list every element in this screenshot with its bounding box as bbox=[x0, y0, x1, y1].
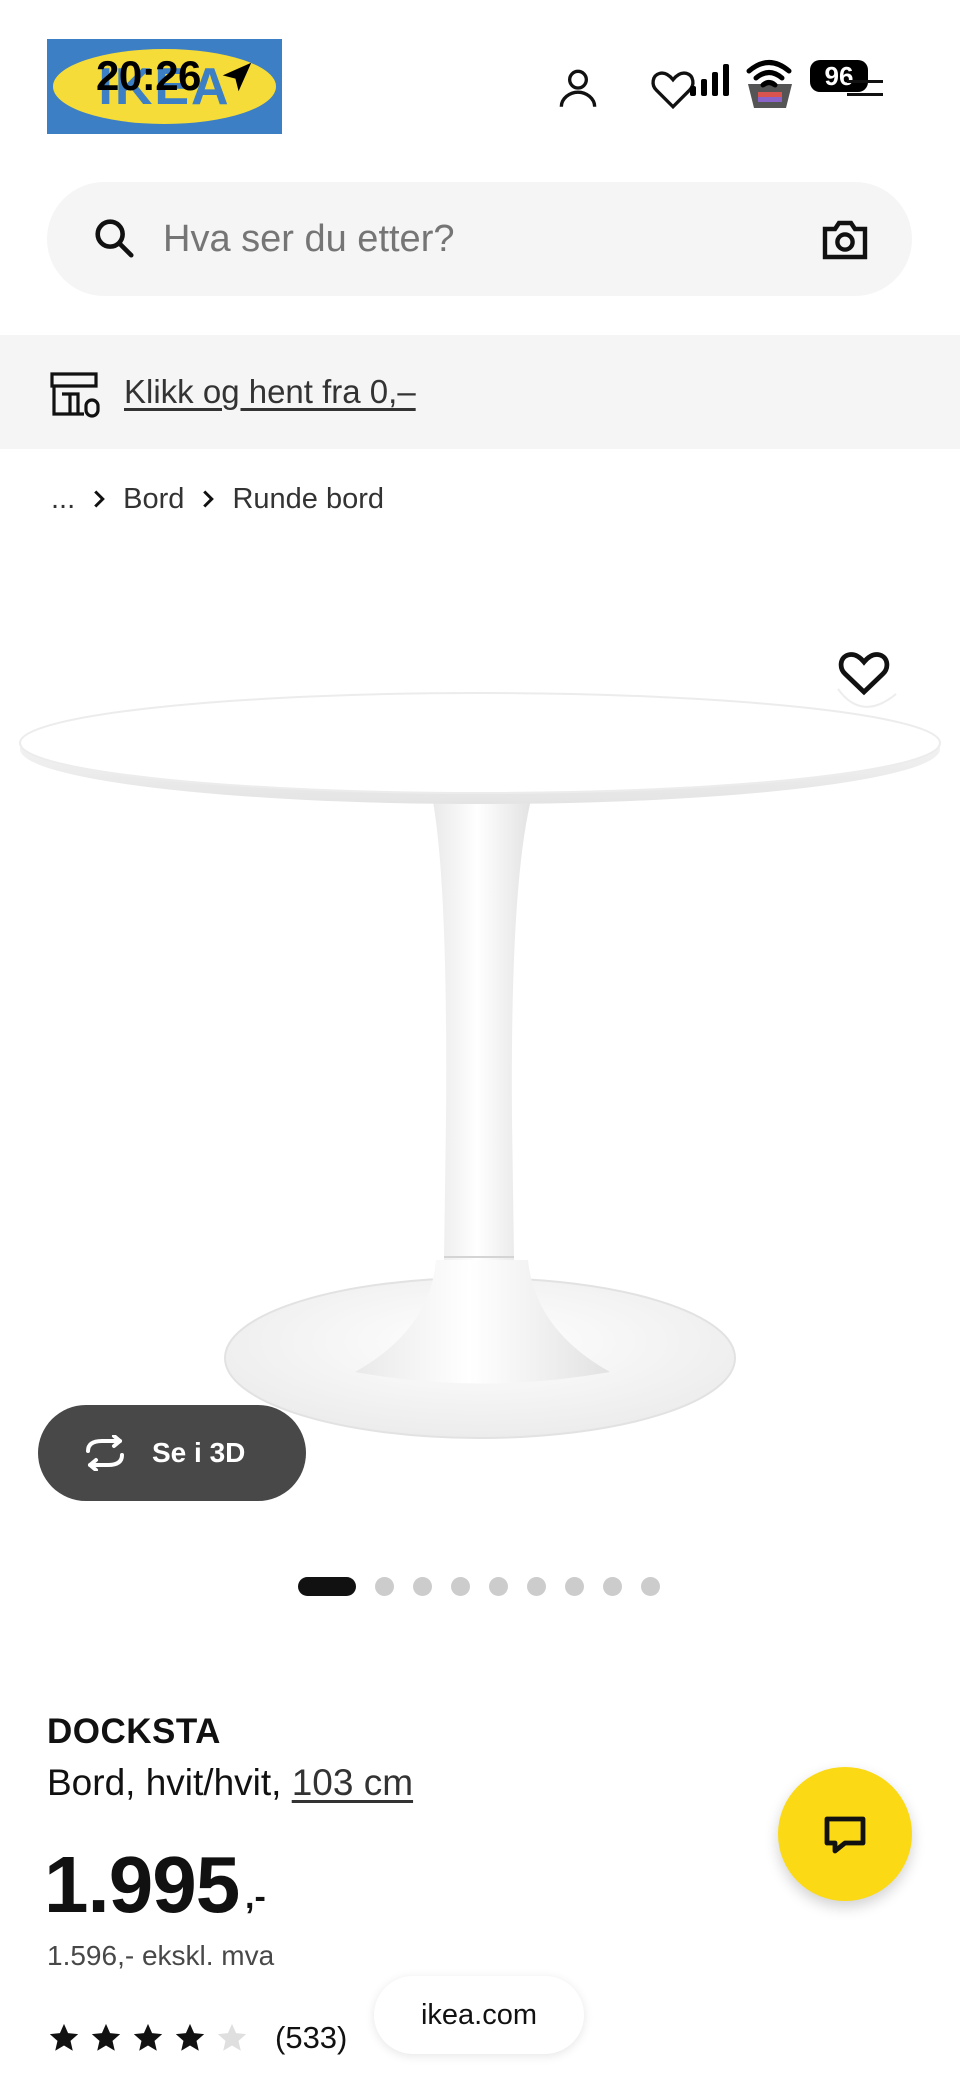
click-collect-banner: Klikk og hent fra 0,– bbox=[0, 335, 960, 449]
view-3d-label: Se i 3D bbox=[152, 1437, 246, 1468]
favorite-heart-icon[interactable] bbox=[834, 642, 894, 702]
carousel-dot[interactable] bbox=[527, 1576, 546, 1596]
search-icon bbox=[95, 219, 134, 258]
signal-icon bbox=[690, 64, 729, 96]
product-image[interactable] bbox=[0, 560, 960, 1510]
breadcrumb-runde-bord[interactable]: Runde bord bbox=[228, 483, 388, 516]
product-name: DOCKSTA bbox=[47, 1712, 221, 1751]
breadcrumb-ellipsis[interactable]: ... bbox=[47, 483, 79, 516]
rotate-3d-icon bbox=[86, 1435, 124, 1471]
chevron-right-icon bbox=[79, 485, 119, 513]
star-icon bbox=[49, 2023, 79, 2051]
menu-icon[interactable] bbox=[845, 66, 885, 102]
chat-button[interactable] bbox=[778, 1767, 912, 1901]
size-link[interactable]: 103 cm bbox=[292, 1762, 413, 1803]
product-price: 1.995 bbox=[44, 1840, 240, 1929]
carousel-dot[interactable] bbox=[489, 1576, 508, 1596]
user-icon[interactable] bbox=[553, 63, 603, 113]
chevron-right-icon bbox=[188, 485, 228, 513]
search-input[interactable] bbox=[163, 182, 763, 296]
camera-icon[interactable] bbox=[821, 217, 869, 261]
carousel-dot[interactable] bbox=[413, 1576, 432, 1596]
product-rating[interactable]: (533) bbox=[47, 2018, 347, 2058]
chat-icon bbox=[824, 1816, 866, 1854]
star-icon bbox=[133, 2023, 163, 2051]
rating-count: (533) bbox=[275, 2020, 348, 2055]
star-icon bbox=[217, 2023, 247, 2051]
price-suffix: ,- bbox=[245, 1878, 266, 1916]
carousel-dot-active[interactable] bbox=[298, 1576, 356, 1596]
carousel-dot[interactable] bbox=[603, 1576, 622, 1596]
browser-url-pill[interactable]: ikea.com bbox=[374, 1976, 584, 2054]
breadcrumb: ... Bord Runde bord bbox=[47, 478, 388, 520]
image-carousel-dots bbox=[298, 1576, 679, 1596]
view-3d-button[interactable]: Se i 3D bbox=[38, 1405, 306, 1501]
breadcrumb-bord[interactable]: Bord bbox=[119, 483, 188, 516]
carousel-dot[interactable] bbox=[641, 1576, 660, 1596]
price-excluding-vat: 1.596,- ekskl. mva bbox=[47, 1940, 275, 1971]
store-icon bbox=[50, 372, 100, 418]
carousel-dot[interactable] bbox=[451, 1576, 470, 1596]
product-type-text: Bord, hvit/hvit, bbox=[47, 1762, 292, 1803]
click-collect-link[interactable]: Klikk og hent fra 0,– bbox=[124, 335, 416, 449]
status-time: 20:26 bbox=[96, 52, 201, 99]
header: IKEA 20:26 96 bbox=[0, 0, 960, 160]
location-arrow-icon bbox=[222, 62, 252, 92]
wifi-icon bbox=[746, 60, 792, 88]
product-description: Bord, hvit/hvit, 103 cm bbox=[47, 1762, 413, 1804]
carousel-dot[interactable] bbox=[565, 1576, 584, 1596]
star-icon bbox=[175, 2023, 205, 2051]
carousel-dot[interactable] bbox=[375, 1576, 394, 1596]
star-icon bbox=[91, 2023, 121, 2051]
search-bar[interactable] bbox=[47, 182, 912, 296]
